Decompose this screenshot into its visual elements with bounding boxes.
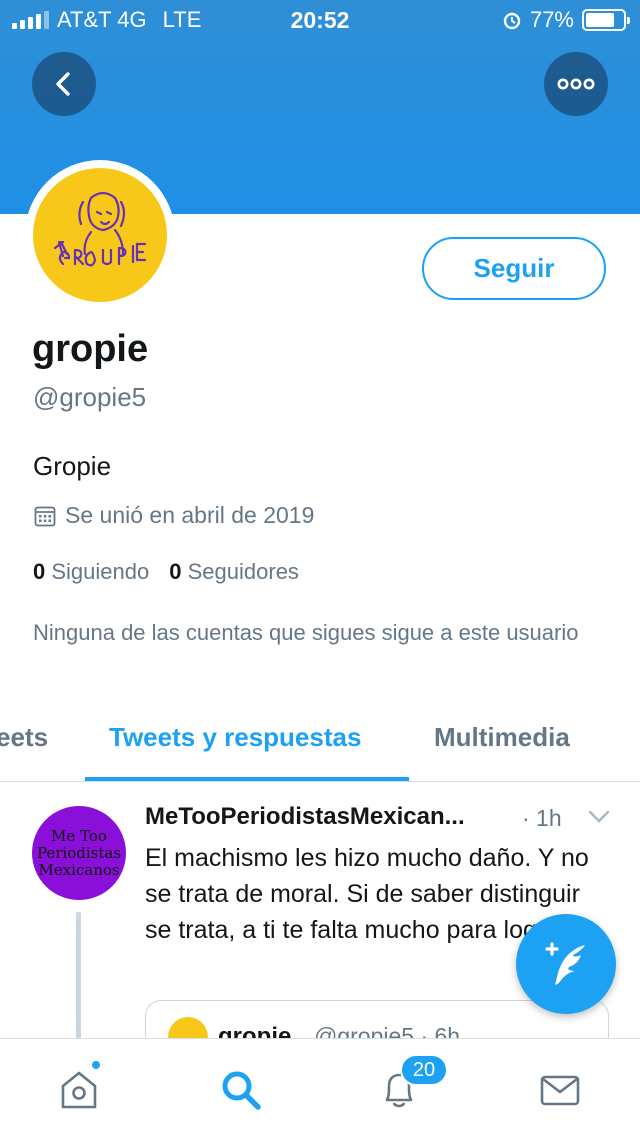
join-date-text: Se unió en abril de 2019 (65, 502, 315, 528)
profile-avatar[interactable] (25, 160, 175, 310)
home-icon (61, 1071, 97, 1109)
tab-tweets-and-replies[interactable]: Tweets y respuestas (109, 722, 361, 753)
following-count: 0 (33, 559, 46, 584)
tweet-author-avatar[interactable]: Me Too Periodistas Mexicanos (32, 806, 126, 900)
back-button[interactable] (32, 52, 96, 116)
avatar-text-line: Periodistas (36, 843, 122, 862)
tweet-author-name[interactable]: MeTooPeriodistasMexican... (145, 803, 465, 831)
nav-messages[interactable] (533, 1063, 587, 1117)
followers-count: 0 (169, 559, 182, 584)
more-dots-icon (557, 78, 595, 90)
calendar-icon (34, 506, 56, 526)
follow-stats: 0 Siguiendo 0 Seguidores (33, 559, 299, 585)
tab-tweets[interactable]: eets (0, 722, 48, 753)
active-tab-indicator (85, 777, 409, 781)
search-icon (222, 1071, 261, 1110)
profile-bio: Gropie (33, 451, 112, 481)
nav-home[interactable] (52, 1063, 106, 1117)
battery-percent: 77% (529, 7, 574, 32)
followers-you-know-note: Ninguna de las cuentas que sigues sigue … (33, 620, 579, 645)
avatar-text-line: Me Too (51, 826, 107, 845)
follow-button[interactable]: Seguir (422, 237, 606, 300)
followers-label: Seguidores (187, 559, 299, 584)
home-new-content-dot (90, 1059, 102, 1071)
profile-tabs: eets Tweets y respuestas Multimedia (0, 700, 640, 782)
compose-tweet-button[interactable] (516, 914, 616, 1014)
chevron-left-icon (56, 72, 70, 96)
la-groupie-logo (33, 168, 167, 302)
tab-media[interactable]: Multimedia (434, 722, 570, 753)
battery-icon (582, 9, 630, 31)
join-date: Se unió en abril de 2019 (33, 502, 314, 529)
messages-icon (540, 1075, 580, 1106)
following-label: Siguiendo (51, 559, 150, 584)
bottom-navigation: 20 (0, 1038, 640, 1136)
notification-count-badge: 20 (400, 1054, 448, 1086)
tweet-menu-button[interactable] (588, 810, 610, 829)
avatar-text-line: Mexicanos (38, 860, 120, 879)
more-options-button[interactable] (544, 52, 608, 116)
profile-display-name: gropie (32, 328, 149, 370)
chevron-down-icon (588, 810, 610, 823)
alarm-icon (503, 12, 521, 30)
status-bar: AT&T 4G LTE 20:52 77% (0, 0, 640, 40)
profile-handle: @gropie5 (33, 382, 147, 412)
thread-line (76, 912, 81, 1042)
battery-level-fill (586, 13, 614, 27)
tweet-timestamp: · 1h (522, 805, 562, 831)
nav-search[interactable] (214, 1063, 268, 1117)
compose-feather-icon (545, 942, 585, 985)
following-stat[interactable]: 0 Siguiendo (33, 559, 149, 585)
followers-stat[interactable]: 0 Seguidores (169, 559, 299, 585)
